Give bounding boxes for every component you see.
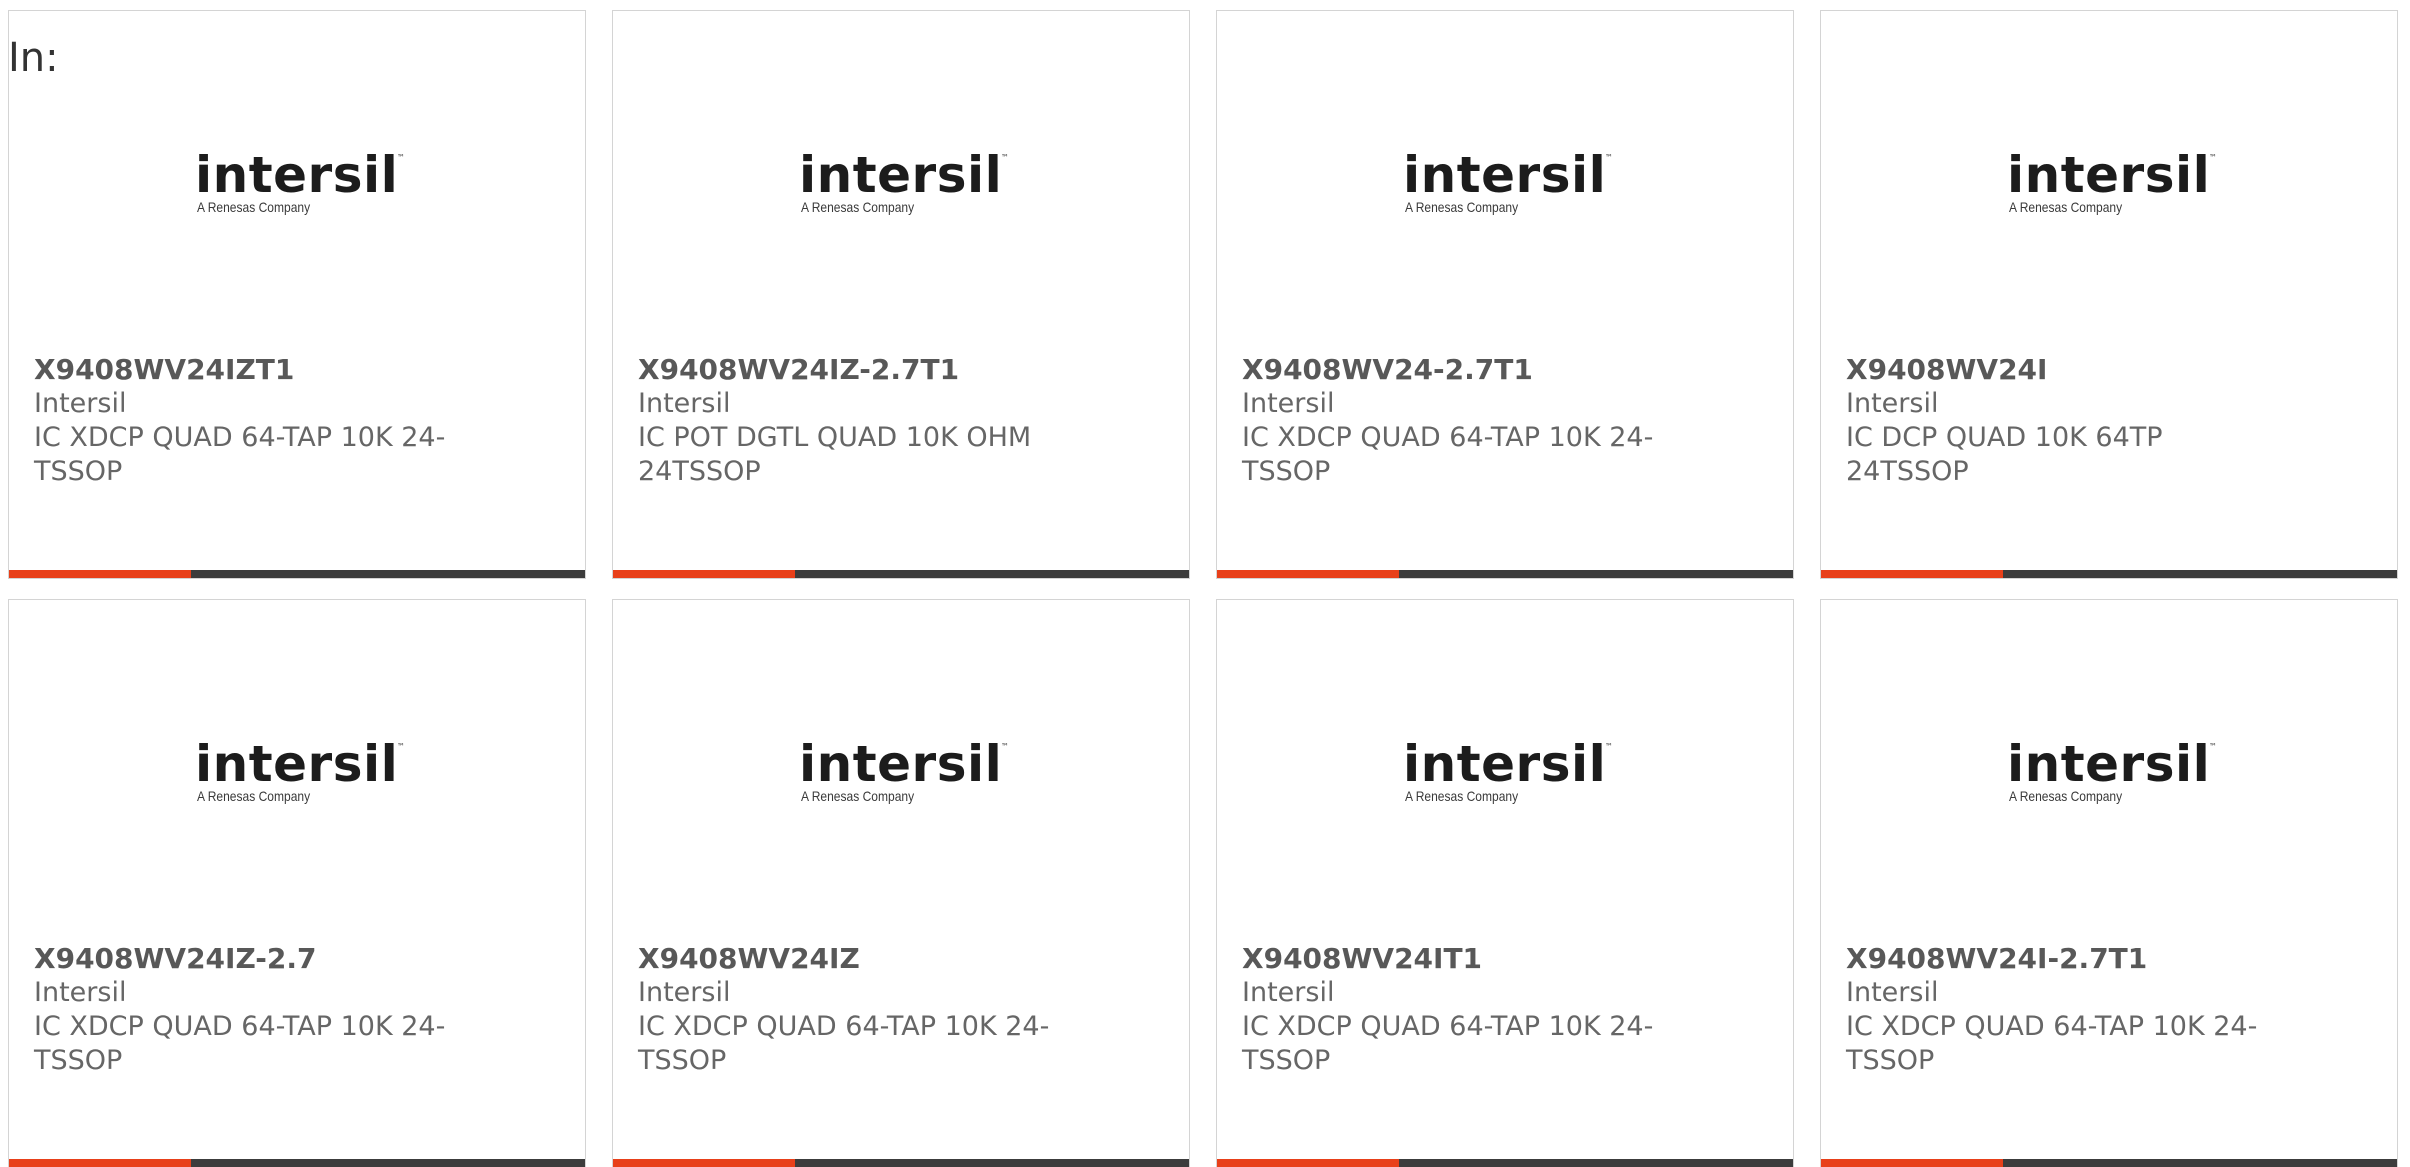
card-footer-bar	[613, 570, 1189, 578]
product-info: X9408WV24-2.7T1 Intersil IC XDCP QUAD 64…	[1242, 353, 1662, 489]
in-label: In:	[8, 35, 59, 81]
part-number[interactable]: X9408WV24IZ-2.7T1	[638, 353, 1058, 387]
product-card[interactable]: intersil ™ A Renesas Company X9408WV24IT…	[1216, 599, 1794, 1167]
manufacturer: Intersil	[1846, 977, 1939, 1008]
logo-tagline: A Renesas Company	[197, 199, 311, 215]
description: IC XDCP QUAD 64-TAP 10K 24-TSSOP	[1242, 422, 1654, 487]
logo-tagline: A Renesas Company	[801, 199, 915, 215]
product-info: X9408WV24IT1 Intersil IC XDCP QUAD 64-TA…	[1242, 942, 1662, 1078]
logo-trademark: ™	[2209, 153, 2217, 162]
logo-trademark: ™	[1605, 153, 1613, 162]
card-accent-bar	[1217, 570, 1399, 578]
card-accent-bar	[9, 1159, 191, 1167]
logo-tagline: A Renesas Company	[801, 788, 915, 804]
logo-wordmark: intersil	[2007, 735, 2211, 793]
part-number[interactable]: X9408WV24IZ	[638, 942, 1058, 976]
card-footer-bar	[1217, 1159, 1793, 1167]
description: IC XDCP QUAD 64-TAP 10K 24-TSSOP	[638, 1011, 1050, 1076]
card-accent-bar	[613, 1159, 795, 1167]
part-number[interactable]: X9408WV24-2.7T1	[1242, 353, 1662, 387]
product-card[interactable]: intersil ™ A Renesas Company X9408WV24IZ…	[612, 599, 1190, 1167]
intersil-logo: intersil ™ A Renesas Company	[2007, 739, 2217, 809]
card-footer-bar	[613, 1159, 1189, 1167]
intersil-logo: intersil ™ A Renesas Company	[799, 739, 1009, 809]
product-card[interactable]: intersil ™ A Renesas Company X9408WV24IZ…	[8, 599, 586, 1167]
intersil-logo: intersil ™ A Renesas Company	[2007, 150, 2217, 220]
part-number[interactable]: X9408WV24IZ-2.7	[34, 942, 454, 976]
product-info: X9408WV24IZ-2.7T1 Intersil IC POT DGTL Q…	[638, 353, 1058, 489]
logo-trademark: ™	[2209, 742, 2217, 751]
card-footer-bar	[9, 1159, 585, 1167]
logo-wordmark: intersil	[1403, 146, 1607, 204]
part-number[interactable]: X9408WV24I-2.7T1	[1846, 942, 2266, 976]
card-footer-bar	[1821, 570, 2397, 578]
description: IC XDCP QUAD 64-TAP 10K 24-TSSOP	[34, 1011, 446, 1076]
logo-trademark: ™	[1605, 742, 1613, 751]
intersil-logo: intersil ™ A Renesas Company	[1403, 739, 1613, 809]
logo-trademark: ™	[1001, 153, 1009, 162]
card-accent-bar	[1821, 570, 2003, 578]
product-grid: intersil ™ A Renesas Company X9408WV24IZ…	[8, 10, 2398, 1167]
logo-trademark: ™	[397, 742, 405, 751]
product-info: X9408WV24IZT1 Intersil IC XDCP QUAD 64-T…	[34, 353, 454, 489]
manufacturer: Intersil	[638, 977, 731, 1008]
product-card[interactable]: intersil ™ A Renesas Company X9408WV24IZ…	[8, 10, 586, 579]
logo-tagline: A Renesas Company	[197, 788, 311, 804]
manufacturer: Intersil	[34, 977, 127, 1008]
manufacturer: Intersil	[1242, 977, 1335, 1008]
card-footer-bar	[9, 570, 585, 578]
card-accent-bar	[9, 570, 191, 578]
logo-wordmark: intersil	[799, 735, 1003, 793]
manufacturer: Intersil	[1846, 388, 1939, 419]
description: IC XDCP QUAD 64-TAP 10K 24-TSSOP	[1242, 1011, 1654, 1076]
logo-wordmark: intersil	[195, 735, 399, 793]
logo-tagline: A Renesas Company	[2009, 199, 2123, 215]
logo-tagline: A Renesas Company	[1405, 788, 1519, 804]
product-info: X9408WV24IZ-2.7 Intersil IC XDCP QUAD 64…	[34, 942, 454, 1078]
logo-wordmark: intersil	[195, 146, 399, 204]
card-accent-bar	[1821, 1159, 2003, 1167]
product-info: X9408WV24I Intersil IC DCP QUAD 10K 64TP…	[1846, 353, 2266, 489]
part-number[interactable]: X9408WV24IZT1	[34, 353, 454, 387]
product-info: X9408WV24IZ Intersil IC XDCP QUAD 64-TAP…	[638, 942, 1058, 1078]
logo-tagline: A Renesas Company	[1405, 199, 1519, 215]
logo-wordmark: intersil	[2007, 146, 2211, 204]
card-accent-bar	[1217, 1159, 1399, 1167]
part-number[interactable]: X9408WV24I	[1846, 353, 2266, 387]
logo-wordmark: intersil	[1403, 735, 1607, 793]
intersil-logo: intersil ™ A Renesas Company	[195, 150, 405, 220]
description: IC XDCP QUAD 64-TAP 10K 24-TSSOP	[34, 422, 446, 487]
logo-trademark: ™	[397, 153, 405, 162]
description: IC POT DGTL QUAD 10K OHM 24TSSOP	[638, 422, 1032, 487]
card-footer-bar	[1217, 570, 1793, 578]
intersil-logo: intersil ™ A Renesas Company	[195, 739, 405, 809]
manufacturer: Intersil	[1242, 388, 1335, 419]
card-accent-bar	[613, 570, 795, 578]
part-number[interactable]: X9408WV24IT1	[1242, 942, 1662, 976]
product-card[interactable]: intersil ™ A Renesas Company X9408WV24-2…	[1216, 10, 1794, 579]
product-card[interactable]: intersil ™ A Renesas Company X9408WV24I-…	[1820, 599, 2398, 1167]
logo-wordmark: intersil	[799, 146, 1003, 204]
manufacturer: Intersil	[638, 388, 731, 419]
description: IC XDCP QUAD 64-TAP 10K 24-TSSOP	[1846, 1011, 2258, 1076]
logo-tagline: A Renesas Company	[2009, 788, 2123, 804]
description: IC DCP QUAD 10K 64TP 24TSSOP	[1846, 422, 2163, 487]
product-card[interactable]: intersil ™ A Renesas Company X9408WV24IZ…	[612, 10, 1190, 579]
intersil-logo: intersil ™ A Renesas Company	[1403, 150, 1613, 220]
manufacturer: Intersil	[34, 388, 127, 419]
card-footer-bar	[1821, 1159, 2397, 1167]
logo-trademark: ™	[1001, 742, 1009, 751]
product-info: X9408WV24I-2.7T1 Intersil IC XDCP QUAD 6…	[1846, 942, 2266, 1078]
intersil-logo: intersil ™ A Renesas Company	[799, 150, 1009, 220]
product-card[interactable]: intersil ™ A Renesas Company X9408WV24I …	[1820, 10, 2398, 579]
